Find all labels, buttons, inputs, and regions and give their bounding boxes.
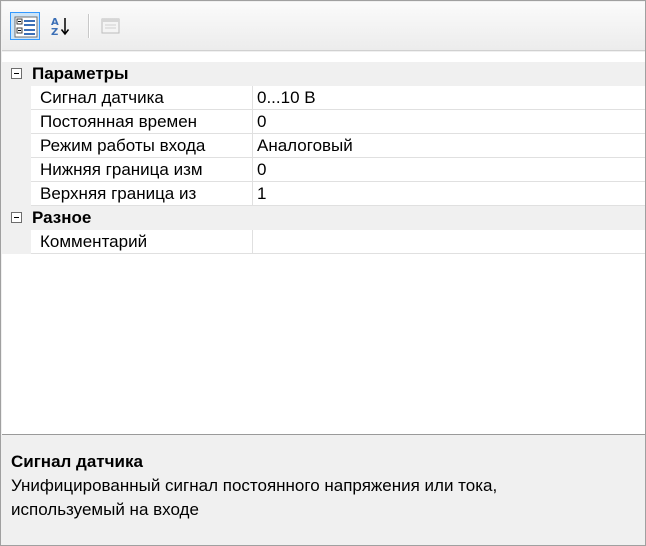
property-row[interactable]: Верхняя граница из 1 xyxy=(2,182,645,206)
category-gutter xyxy=(2,62,31,86)
row-gutter xyxy=(2,182,31,206)
svg-text:Z: Z xyxy=(51,27,58,37)
collapse-icon[interactable] xyxy=(11,68,22,79)
property-row[interactable]: Комментарий xyxy=(2,230,645,254)
row-gutter xyxy=(2,230,31,254)
description-title: Сигнал датчика xyxy=(11,452,143,471)
categorized-view-icon xyxy=(14,16,38,38)
property-name[interactable]: Сигнал датчика xyxy=(31,86,253,110)
property-name[interactable]: Комментарий xyxy=(31,230,253,254)
category-row-parameters[interactable]: Параметры xyxy=(2,62,645,86)
toolbar-separator xyxy=(88,14,90,38)
property-name[interactable]: Режим работы входа xyxy=(31,134,253,158)
category-row-misc[interactable]: Разное xyxy=(2,206,645,230)
category-label: Параметры xyxy=(32,64,129,83)
property-name[interactable]: Нижняя граница изм xyxy=(31,158,253,182)
property-value[interactable]: 0...10 В xyxy=(253,86,645,110)
sort-alphabetical-icon: A Z xyxy=(51,17,70,37)
categorized-view-button[interactable] xyxy=(10,12,40,40)
property-pages-icon xyxy=(101,18,120,34)
sort-alphabetical-button[interactable]: A Z xyxy=(46,12,76,40)
description-panel: Сигнал датчика Унифицированный сигнал по… xyxy=(2,437,645,545)
description-text: Унифицированный сигнал постоянного напря… xyxy=(11,476,498,519)
row-gutter xyxy=(2,158,31,182)
property-grid: Параметры Сигнал датчика 0...10 В Постоя… xyxy=(2,52,645,435)
property-pages-button[interactable] xyxy=(96,12,126,40)
property-grid-window: A Z Параметры Сигнал датчика 0...10 В По… xyxy=(0,0,646,546)
property-name[interactable]: Верхняя граница из xyxy=(31,182,253,206)
category-label: Разное xyxy=(32,208,92,227)
row-gutter xyxy=(2,86,31,110)
row-gutter xyxy=(2,110,31,134)
property-value[interactable]: 1 xyxy=(253,182,645,206)
row-gutter xyxy=(2,134,31,158)
property-value[interactable]: 0 xyxy=(253,110,645,134)
property-value[interactable]: Аналоговый xyxy=(253,134,645,158)
property-row[interactable]: Сигнал датчика 0...10 В xyxy=(2,86,645,110)
category-gutter xyxy=(2,206,31,230)
property-value[interactable] xyxy=(253,230,645,254)
property-row[interactable]: Нижняя граница изм 0 xyxy=(2,158,645,182)
property-row[interactable]: Режим работы входа Аналоговый xyxy=(2,134,645,158)
property-value[interactable]: 0 xyxy=(253,158,645,182)
collapse-icon[interactable] xyxy=(11,212,22,223)
property-name[interactable]: Постоянная времен xyxy=(31,110,253,134)
toolbar: A Z xyxy=(2,2,645,51)
property-row[interactable]: Постоянная времен 0 xyxy=(2,110,645,134)
